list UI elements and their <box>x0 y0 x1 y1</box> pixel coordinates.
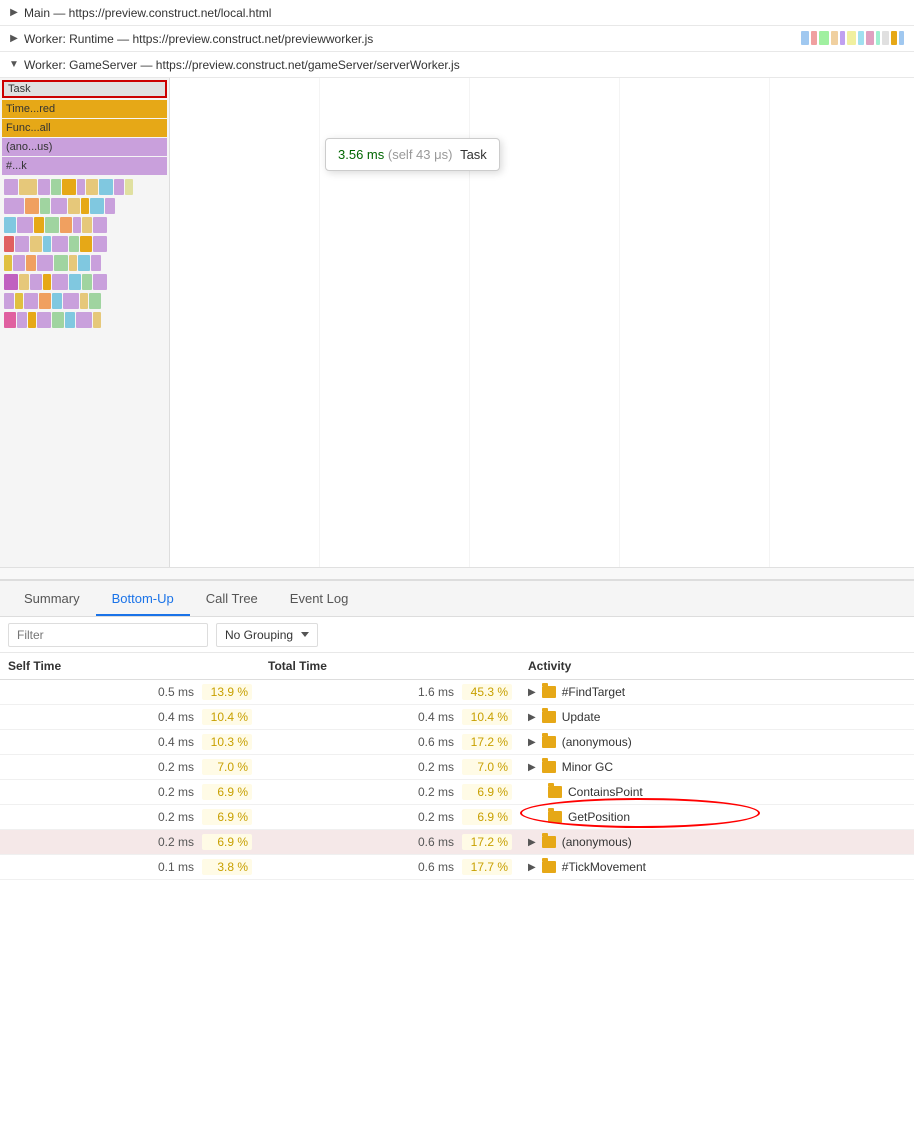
activity-label: GetPosition <box>568 810 630 824</box>
folder-icon <box>548 786 562 798</box>
folder-icon <box>542 761 556 773</box>
table-row[interactable]: 0.4 ms 10.3 % 0.6 ms 17.2 % ▶ (anonymous… <box>0 730 914 755</box>
table-row[interactable]: 0.4 ms 10.4 % 0.4 ms 10.4 % ▶ Update <box>0 705 914 730</box>
cell-activity: ▶ Minor GC <box>520 755 914 780</box>
expand-arrow-icon[interactable]: ▶ <box>528 837 536 848</box>
table-row[interactable]: 0.5 ms 13.9 % 1.6 ms 45.3 % ▶ #FindTarge… <box>0 680 914 705</box>
cell-self-time: 0.2 ms 7.0 % <box>0 755 260 780</box>
cell-total-time: 0.4 ms 10.4 % <box>260 705 520 730</box>
cell-activity: ▶ Update <box>520 705 914 730</box>
cell-self-time: 0.2 ms 6.9 % <box>0 805 260 830</box>
cell-activity: ▶ #FindTarget <box>520 680 914 705</box>
flame-chart-canvas[interactable]: 3.56 ms (self 43 μs) Task <box>170 78 914 567</box>
expand-arrow-icon[interactable]: ▶ <box>528 712 536 723</box>
flame-chart-area: Task Time...red Func...all (ano...us) #.… <box>0 78 914 568</box>
filter-input[interactable] <box>8 623 208 647</box>
data-table-container: Self Time Total Time Activity 0.5 ms 13.… <box>0 653 914 880</box>
table-row[interactable]: 0.2 ms 6.9 % 0.6 ms 17.2 % ▶ (anonymous) <box>0 830 914 855</box>
activity-label: ContainsPoint <box>568 785 643 799</box>
folder-icon <box>542 836 556 848</box>
table-row[interactable]: 0.1 ms 3.8 % 0.6 ms 17.7 % ▶ #TickMoveme… <box>0 855 914 880</box>
performance-table: Self Time Total Time Activity 0.5 ms 13.… <box>0 653 914 880</box>
table-row[interactable]: 0.2 ms 7.0 % 0.2 ms 7.0 % ▶ Minor GC <box>0 755 914 780</box>
tab-event-log[interactable]: Event Log <box>274 583 365 616</box>
folder-icon <box>542 686 556 698</box>
grouping-label: No Grouping <box>225 628 293 642</box>
folder-icon <box>542 711 556 723</box>
th-activity: Activity <box>520 653 914 680</box>
expand-arrow-icon[interactable]: ▶ <box>528 687 536 698</box>
th-self-time: Self Time <box>0 653 260 680</box>
tab-summary[interactable]: Summary <box>8 583 96 616</box>
tooltip-task-name: Task <box>460 147 487 162</box>
flame-labels-panel: Task Time...red Func...all (ano...us) #.… <box>0 78 170 567</box>
cell-activity: ▶ (anonymous) <box>520 830 914 855</box>
expand-arrow-icon[interactable]: ▶ <box>528 762 536 773</box>
dropdown-arrow-icon <box>301 632 309 637</box>
timeline-section: ▶ Main — https://preview.construct.net/l… <box>0 0 914 580</box>
cell-total-time: 0.6 ms 17.2 % <box>260 730 520 755</box>
thread-label-runtime: Worker: Runtime — https://preview.constr… <box>24 32 373 46</box>
flame-label-anon[interactable]: (ano...us) <box>2 138 167 156</box>
cell-self-time: 0.4 ms 10.3 % <box>0 730 260 755</box>
cell-activity: GetPosition <box>520 805 914 830</box>
tab-bottom-up[interactable]: Bottom-Up <box>96 583 190 616</box>
activity-label: (anonymous) <box>562 735 632 749</box>
activity-label: #TickMovement <box>562 860 646 874</box>
flame-tooltip: 3.56 ms (self 43 μs) Task <box>325 138 500 171</box>
cell-activity: ContainsPoint <box>520 780 914 805</box>
table-row[interactable]: 0.2 ms 6.9 % 0.2 ms 6.9 % ContainsPoint <box>0 780 914 805</box>
activity-label: #FindTarget <box>562 685 625 699</box>
cell-self-time: 0.2 ms 6.9 % <box>0 780 260 805</box>
cell-total-time: 0.2 ms 6.9 % <box>260 805 520 830</box>
table-row[interactable]: 0.2 ms 6.9 % 0.2 ms 6.9 % GetPosition <box>0 805 914 830</box>
flame-label-time[interactable]: Time...red <box>2 100 167 118</box>
thread-row-runtime[interactable]: ▶ Worker: Runtime — https://preview.cons… <box>0 26 914 52</box>
folder-icon <box>548 811 562 823</box>
tooltip-self: (self 43 μs) <box>388 147 453 162</box>
cell-activity: ▶ (anonymous) <box>520 730 914 755</box>
filter-row: No Grouping <box>0 617 914 653</box>
cell-self-time: 0.5 ms 13.9 % <box>0 680 260 705</box>
activity-label: (anonymous) <box>562 835 632 849</box>
cell-total-time: 0.2 ms 6.9 % <box>260 780 520 805</box>
expand-arrow-icon[interactable]: ▶ <box>528 737 536 748</box>
grouping-dropdown[interactable]: No Grouping <box>216 623 318 647</box>
thread-row-gameserver[interactable]: ▼ Worker: GameServer — https://preview.c… <box>0 52 914 78</box>
cell-total-time: 0.6 ms 17.7 % <box>260 855 520 880</box>
cell-self-time: 0.2 ms 6.9 % <box>0 830 260 855</box>
cell-self-time: 0.4 ms 10.4 % <box>0 705 260 730</box>
flame-label-func[interactable]: Func...all <box>2 119 167 137</box>
flame-label-hash[interactable]: #...k <box>2 157 167 175</box>
thread-expand-arrow-gameserver[interactable]: ▼ <box>8 59 20 71</box>
thread-expand-arrow-runtime[interactable]: ▶ <box>8 33 20 45</box>
cell-total-time: 1.6 ms 45.3 % <box>260 680 520 705</box>
thread-label-gameserver: Worker: GameServer — https://preview.con… <box>24 58 460 72</box>
tab-call-tree[interactable]: Call Tree <box>190 583 274 616</box>
cell-activity: ▶ #TickMovement <box>520 855 914 880</box>
folder-icon <box>542 861 556 873</box>
activity-label: Update <box>562 710 601 724</box>
bottom-panel: Summary Bottom-Up Call Tree Event Log No… <box>0 580 914 880</box>
folder-icon <box>542 736 556 748</box>
tabs-row: Summary Bottom-Up Call Tree Event Log <box>0 581 914 617</box>
thread-row-main[interactable]: ▶ Main — https://preview.construct.net/l… <box>0 0 914 26</box>
cell-total-time: 0.2 ms 7.0 % <box>260 755 520 780</box>
thread-expand-arrow-main[interactable]: ▶ <box>8 7 20 19</box>
expand-arrow-icon[interactable]: ▶ <box>528 862 536 873</box>
flame-label-task[interactable]: Task <box>2 80 167 98</box>
activity-label: Minor GC <box>562 760 613 774</box>
cell-self-time: 0.1 ms 3.8 % <box>0 855 260 880</box>
cell-total-time: 0.6 ms 17.2 % <box>260 830 520 855</box>
tooltip-time: 3.56 ms <box>338 147 384 162</box>
th-total-time: Total Time <box>260 653 520 680</box>
